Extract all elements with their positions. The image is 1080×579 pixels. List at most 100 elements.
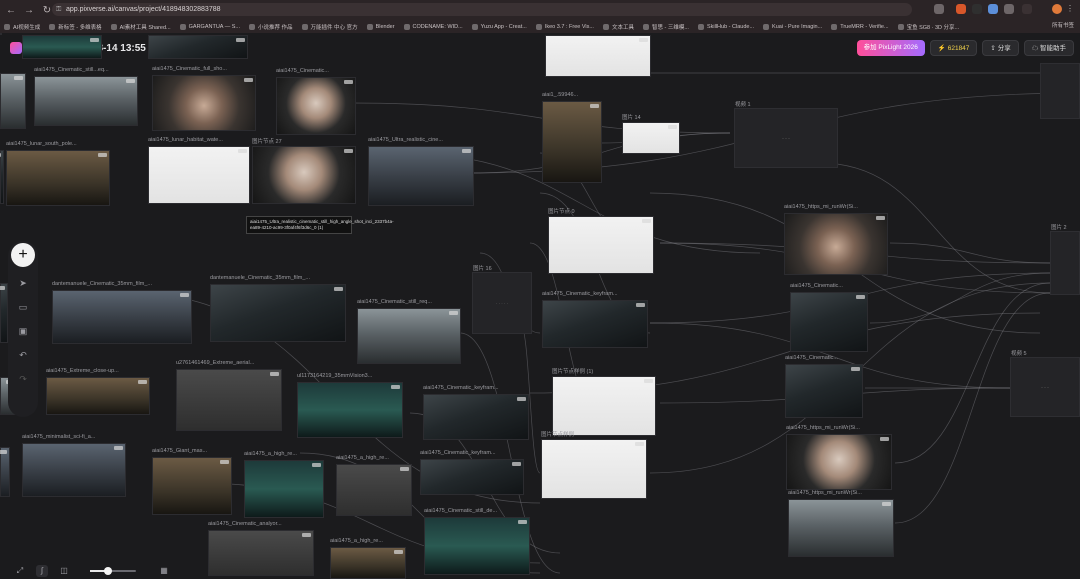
image-node[interactable]: aiai1475_Ultra_realistic_cine...: [368, 137, 474, 206]
extension-icon[interactable]: [1022, 4, 1032, 14]
bookmark-item[interactable]: 智思 - 三维模...: [642, 23, 689, 31]
node-menu-icon[interactable]: [668, 125, 677, 129]
node-menu-icon[interactable]: [0, 153, 1, 157]
address-bar[interactable]: ⚿ app.pixverse.ai/canvas/project/4189483…: [52, 3, 912, 16]
node-menu-icon[interactable]: [180, 293, 189, 297]
folder-icon[interactable]: ▭: [17, 301, 29, 313]
node-menu-icon[interactable]: [344, 149, 353, 153]
bookmark-item[interactable]: 小说推荐 作品: [248, 23, 293, 31]
generation-panel[interactable]: 图片 16 · · · · ·: [472, 266, 532, 334]
image-node[interactable]: aiai1475_Cinematic_keyfram...: [420, 450, 524, 495]
node-menu-icon[interactable]: [0, 450, 7, 454]
image-node[interactable]: 图片节点 27: [252, 139, 356, 204]
minimap-icon[interactable]: ◫: [58, 565, 70, 577]
bookmark-item[interactable]: CODENAME: WID...: [403, 23, 463, 30]
node-menu-icon[interactable]: [636, 303, 645, 307]
node-menu-icon[interactable]: [312, 463, 321, 467]
all-bookmarks[interactable]: 所有书签: [1052, 20, 1074, 33]
image-node[interactable]: aiai1475_lunar_habitat_wate...: [148, 137, 250, 204]
image-node[interactable]: aiai1475_Giant_mas...: [152, 448, 232, 515]
image-node[interactable]: aiai1475_a_high_re...: [244, 451, 324, 518]
image-node[interactable]: dantemanuele_Cinematic_35mm_film_...: [210, 275, 346, 342]
bookmark-item[interactable]: 新标签 - 多维表格: [49, 23, 102, 31]
node-menu-icon[interactable]: [126, 79, 135, 83]
image-node[interactable]: aiai1475_Extreme_close-up...: [46, 368, 150, 415]
image-node[interactable]: aiai1475_Cinematic...: [785, 355, 863, 418]
node-menu-icon[interactable]: [400, 467, 409, 471]
image-node[interactable]: 图片节点 0: [548, 209, 654, 274]
generation-panel[interactable]: 视频 1 ······: [734, 102, 838, 168]
image-node[interactable]: 图片 14: [622, 115, 680, 154]
toolbox-icon[interactable]: ▣: [17, 325, 29, 337]
redo-icon[interactable]: ↷: [17, 373, 29, 385]
select-tool-icon[interactable]: ➤: [17, 277, 29, 289]
node-menu-icon[interactable]: [114, 446, 123, 450]
image-node[interactable]: aiai1475_minimalist_sci-fi_a...: [22, 434, 126, 497]
extension-icon[interactable]: [988, 4, 998, 14]
node-menu-icon[interactable]: [856, 295, 865, 299]
node-menu-icon[interactable]: [880, 437, 889, 441]
image-node[interactable]: 图片节点样例 (1): [552, 369, 656, 436]
image-node[interactable]: 图片节点样例: [541, 432, 647, 499]
node-menu-icon[interactable]: [635, 442, 644, 446]
fit-view-icon[interactable]: ⤢: [14, 565, 26, 577]
bookmark-item[interactable]: Blender: [366, 23, 395, 30]
image-node[interactable]: ul1173164219_35mmVision3...: [297, 373, 403, 438]
image-node[interactable]: u2761461469_Extreme_aerial...: [176, 360, 282, 431]
pen-icon[interactable]: ∫: [36, 565, 48, 577]
image-node[interactable]: aiai1475_Cinematic_keyfram...: [423, 385, 529, 440]
node-menu-icon[interactable]: [639, 38, 648, 42]
node-menu-icon[interactable]: [236, 38, 245, 42]
image-node[interactable]: aiai1475_Cinematic...: [276, 68, 356, 135]
image-node[interactable]: aiai1475_https_mi_runWr(Si...: [788, 490, 894, 557]
image-node[interactable]: dantemanuele_Cinematic_35mm_film_...: [52, 281, 192, 344]
image-node[interactable]: aiai1475_Cinematic_keyfram...: [542, 291, 648, 348]
image-node[interactable]: aiai1_.59946...: [542, 92, 602, 183]
share-button[interactable]: ⇪ 分享: [982, 40, 1019, 56]
bookmark-item[interactable]: Yuzu App - Creat...: [471, 23, 527, 30]
assistant-button[interactable]: ☁ 智能助手: [1023, 40, 1074, 56]
node-menu-icon[interactable]: [244, 78, 253, 82]
grid-icon[interactable]: ▦: [158, 565, 170, 577]
node-menu-icon[interactable]: [449, 311, 458, 315]
bookmark-item[interactable]: Kuai - Pure Imagin...: [763, 23, 822, 30]
bookmark-item[interactable]: AI视频生成: [4, 23, 40, 31]
image-node[interactable]: [545, 35, 651, 77]
node-menu-icon[interactable]: [882, 502, 891, 506]
node-menu-icon[interactable]: [220, 460, 229, 464]
node-menu-icon[interactable]: [344, 80, 353, 84]
forward-icon[interactable]: →: [22, 4, 36, 18]
image-node[interactable]: aiai1475_Cinematic_still...eq...: [34, 67, 138, 126]
node-menu-icon[interactable]: [518, 520, 527, 524]
image-node[interactable]: aiai1475_Cinematic...: [790, 283, 868, 352]
node-menu-icon[interactable]: [270, 372, 279, 376]
node-menu-icon[interactable]: [394, 550, 403, 554]
undo-icon[interactable]: ↶: [17, 349, 29, 361]
extension-icon[interactable]: [1004, 4, 1014, 14]
node-menu-icon[interactable]: [334, 287, 343, 291]
extension-icon[interactable]: [972, 4, 982, 14]
image-node[interactable]: aiai1475_https_mi_runWr(Si...: [786, 425, 892, 490]
node-menu-icon[interactable]: [590, 104, 599, 108]
node-menu-icon[interactable]: [876, 216, 885, 220]
zoom-slider[interactable]: [90, 567, 136, 575]
back-icon[interactable]: ←: [4, 4, 18, 18]
zoom-slider-knob[interactable]: [104, 567, 112, 575]
node-menu-icon[interactable]: [138, 380, 147, 384]
node-menu-icon[interactable]: [90, 38, 99, 42]
node-menu-icon[interactable]: [642, 219, 651, 223]
bookmark-item[interactable]: 宝鱼 SG8 · 3D 分享...: [897, 23, 959, 31]
image-node[interactable]: aiai1475_https_mi_runWr(Si...: [784, 204, 888, 275]
promo-button[interactable]: 参加 PixLight 2026: [856, 40, 925, 56]
menu-icon[interactable]: ⋮: [1066, 4, 1076, 14]
bookmark-item[interactable]: GARGANTUA — S...: [179, 23, 240, 30]
node-menu-icon[interactable]: [512, 462, 521, 466]
bookmark-item[interactable]: AI素材工具 Shared...: [110, 23, 171, 31]
node-menu-icon[interactable]: [14, 76, 23, 80]
image-node[interactable]: [0, 283, 8, 343]
node-menu-icon[interactable]: [0, 286, 5, 290]
bookmark-item[interactable]: TrueMRR - Verifie...: [831, 23, 889, 30]
node-menu-icon[interactable]: [98, 153, 107, 157]
generation-panel[interactable]: [1040, 63, 1080, 119]
image-node[interactable]: [0, 447, 10, 497]
